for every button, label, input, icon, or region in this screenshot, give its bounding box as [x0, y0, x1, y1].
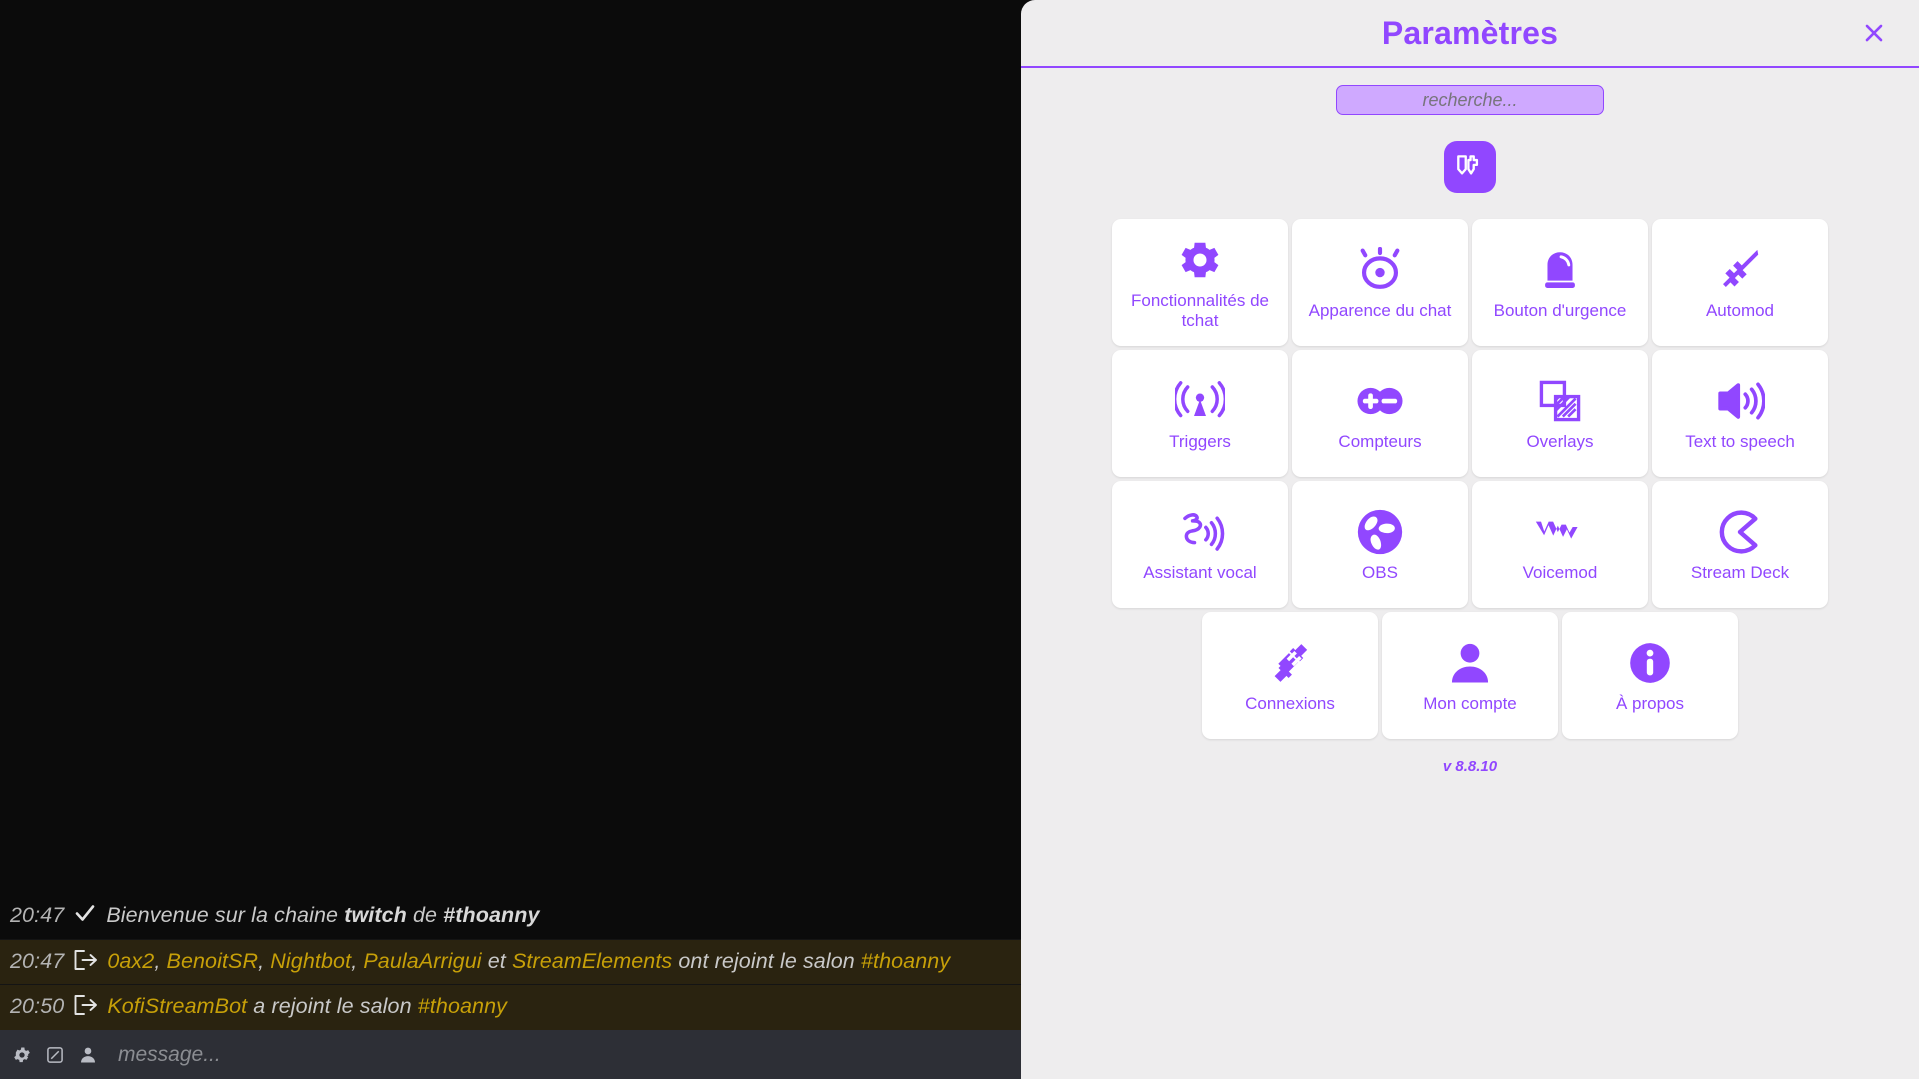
settings-tile-label: Stream Deck [1690, 562, 1790, 582]
chat-message-part-user[interactable]: KofiStreamBot [107, 994, 247, 1018]
settings-tile-fonctionnalit-s-de-tchat[interactable]: Fonctionnalités de tchat [1112, 219, 1288, 346]
chat-message-part-user[interactable]: Nightbot [270, 949, 351, 973]
chat-message-part-text: de [406, 903, 444, 928]
chat-message-part-text: et [481, 948, 512, 973]
checkmark-icon [73, 901, 97, 925]
gear-icon[interactable] [12, 1045, 32, 1065]
settings-tile-row: Fonctionnalités de tchat Apparence du cha… [1021, 219, 1919, 346]
twitch-logo-icon[interactable] [1444, 141, 1496, 193]
settings-tile-connexions[interactable]: Connexions [1202, 612, 1378, 739]
settings-tile-automod[interactable]: Automod [1652, 219, 1828, 346]
settings-tile-voicemod[interactable]: Voicemod [1472, 481, 1648, 608]
chat-message-part-strong: twitch [344, 903, 407, 928]
chat-message-part-user[interactable]: 0ax2 [107, 949, 154, 973]
search-row [1021, 68, 1919, 115]
settings-tile-label: Text to speech [1685, 431, 1795, 451]
elgato-logo-icon [1660, 503, 1820, 561]
page-title: Paramètres [1381, 14, 1559, 51]
chat-message-time: 20:47 [10, 903, 65, 928]
info-circle-icon [1570, 634, 1730, 692]
square-slash-icon[interactable] [45, 1045, 65, 1065]
chat-panel: 20:47 Bienvenue sur la chaine twitch de #… [0, 0, 1021, 1079]
chat-message-part-chan: #thoanny [860, 948, 951, 973]
settings-tile-label: Connexions [1245, 693, 1335, 713]
search-input[interactable] [1336, 85, 1604, 115]
settings-tile-label: Automod [1705, 300, 1775, 320]
settings-tile-row: Connexions Mon compte À propos [1021, 612, 1919, 739]
settings-tile-apparence-du-chat[interactable]: Apparence du chat [1292, 219, 1468, 346]
settings-tile-label: Mon compte [1423, 693, 1517, 713]
settings-tile-stream-deck[interactable]: Stream Deck [1652, 481, 1828, 608]
obs-logo-icon [1300, 503, 1460, 561]
join-arrow-icon [73, 994, 98, 1016]
settings-tile-label: OBS [1362, 562, 1398, 582]
broadcast-antenna-icon [1120, 372, 1280, 430]
chat-message-time: 20:47 [10, 948, 65, 973]
settings-tile-row: Triggers Compteurs Overlays Text to speech [1021, 350, 1919, 477]
settings-tile-obs[interactable]: OBS [1292, 481, 1468, 608]
brand-row [1021, 141, 1919, 193]
chat-message-part-text: , [258, 948, 271, 973]
eye-icon [1300, 241, 1460, 299]
chat-message-input[interactable] [111, 1042, 1009, 1067]
chat-message-list: 20:47 Bienvenue sur la chaine twitch de #… [0, 893, 1021, 1030]
version-label: v 8.8.10 [1442, 758, 1498, 775]
chat-message-part-chan: #thoanny [417, 994, 508, 1019]
plug-connect-icon [1210, 634, 1370, 692]
chat-message: 20:47 Bienvenue sur la chaine twitch de #… [0, 893, 1021, 939]
speaking-head-icon [1120, 503, 1280, 561]
version-row: v 8.8.10 [1021, 758, 1919, 776]
person-icon[interactable] [78, 1045, 98, 1065]
close-button[interactable] [1857, 16, 1891, 50]
settings-tile-label: Triggers [1169, 431, 1231, 451]
plus-minus-icon [1300, 372, 1460, 430]
settings-panel: Paramètres Fonctionnalités de tchat Appar… [1021, 0, 1919, 1079]
settings-tile-label: Assistant vocal [1143, 562, 1257, 582]
settings-header: Paramètres [1021, 0, 1919, 68]
person-icon [1390, 634, 1550, 692]
chat-message: 20:50 KofiStreamBot a rejoint le salon #t… [0, 984, 1021, 1030]
speaker-icon [1660, 372, 1820, 430]
chat-message-part-user[interactable]: StreamElements [512, 949, 672, 973]
settings-tile-overlays[interactable]: Overlays [1472, 350, 1648, 477]
voicemod-logo-icon [1480, 503, 1640, 561]
chat-message-part-text: Bienvenue sur la chaine [106, 903, 345, 928]
app-root: 20:47 Bienvenue sur la chaine twitch de #… [0, 0, 1919, 1079]
chat-message-part-text: , [351, 948, 364, 973]
settings-tile-label: Fonctionnalités de tchat [1131, 290, 1269, 330]
chat-message-time: 20:50 [10, 994, 65, 1019]
close-icon [1861, 20, 1887, 46]
settings-tile-text-to-speech[interactable]: Text to speech [1652, 350, 1828, 477]
chat-message-part-text: , [154, 948, 167, 973]
sword-icon [1660, 241, 1820, 299]
settings-tile-label: Compteurs [1338, 431, 1422, 451]
settings-tile-row: Assistant vocal OBS Voicemod Stream Deck [1021, 481, 1919, 608]
chat-message-part-text: ont rejoint le salon [672, 948, 861, 973]
chat-message-part-text: a rejoint le salon [247, 994, 418, 1019]
settings-tile-triggers[interactable]: Triggers [1112, 350, 1288, 477]
chat-message-part-strong: #thoanny [443, 903, 540, 928]
settings-tile-compteurs[interactable]: Compteurs [1292, 350, 1468, 477]
settings-tile-label: Voicemod [1522, 562, 1598, 582]
settings-tile-label: Bouton d'urgence [1493, 300, 1627, 320]
chat-message: 20:47 0ax2, BenoitSR, Nightbot, PaulaArri… [0, 938, 1021, 985]
settings-tile-label: Apparence du chat [1308, 300, 1452, 320]
chat-message-part-user[interactable]: PaulaArrigui [363, 949, 481, 973]
settings-tile-mon-compte[interactable]: Mon compte [1382, 612, 1558, 739]
settings-tile-propos[interactable]: À propos [1562, 612, 1738, 739]
chat-message-part-user[interactable]: BenoitSR [167, 949, 259, 973]
settings-tile-bouton-d-urgence[interactable]: Bouton d'urgence [1472, 219, 1648, 346]
settings-tiles-grid: Fonctionnalités de tchat Apparence du cha… [1021, 219, 1919, 739]
overlapping-squares-icon [1480, 372, 1640, 430]
join-arrow-icon [73, 949, 98, 971]
settings-tile-label: Overlays [1526, 431, 1594, 451]
settings-tile-assistant-vocal[interactable]: Assistant vocal [1112, 481, 1288, 608]
gear-icon [1120, 231, 1280, 289]
siren-icon [1480, 241, 1640, 299]
settings-tile-label: À propos [1615, 693, 1685, 713]
chat-input-bar[interactable] [0, 1030, 1021, 1079]
